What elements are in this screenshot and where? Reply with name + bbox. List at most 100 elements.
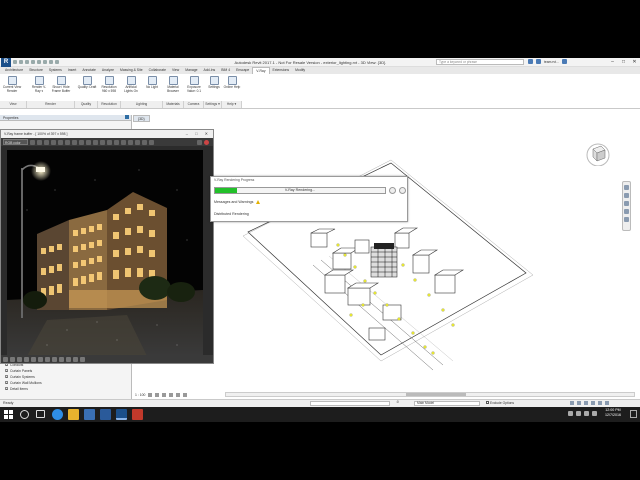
mono-icon[interactable] <box>57 139 63 145</box>
lut-icon[interactable] <box>134 139 140 145</box>
user-name[interactable]: team.rvt... <box>544 60 559 64</box>
vray-frame-buffer-window[interactable]: V-Ray frame buffer - [ 100% of 397 x 598… <box>0 129 214 364</box>
save-icon[interactable] <box>19 60 23 64</box>
visual-style-icon[interactable] <box>155 392 160 397</box>
track-mouse-icon[interactable] <box>99 139 105 145</box>
compare-icon[interactable] <box>66 356 71 362</box>
link-icon[interactable] <box>106 139 112 145</box>
load-image-icon[interactable] <box>71 139 77 145</box>
distributed-rendering-label[interactable]: Distributed Rendering <box>214 212 249 216</box>
group-settings[interactable]: Settings ▾ <box>204 101 222 108</box>
select-underlay-icon[interactable] <box>577 401 581 405</box>
render-progress-dialog[interactable]: V-Ray Rendering Progress V-Ray Rendering… <box>210 176 408 222</box>
3d-view-icon[interactable] <box>49 60 53 64</box>
close-hidden-icon[interactable] <box>55 60 59 64</box>
blue-channel-icon[interactable] <box>43 139 49 145</box>
options-icon[interactable] <box>624 217 629 222</box>
artificial-lights-button[interactable]: Artificial Lights On <box>121 76 141 93</box>
checkbox-icon[interactable] <box>486 401 489 404</box>
print-icon[interactable] <box>37 60 41 64</box>
orbit-icon[interactable] <box>624 209 629 214</box>
green-channel-icon[interactable] <box>36 139 42 145</box>
messages-row[interactable]: Messages and Warnings <box>214 200 261 204</box>
vfb-title-bar[interactable]: V-Ray frame buffer - [ 100% of 397 x 598… <box>1 130 213 138</box>
maximize-button[interactable]: □ <box>618 58 629 67</box>
user-icon[interactable] <box>536 59 541 64</box>
interactive-icon[interactable] <box>148 139 154 145</box>
notification-icon[interactable] <box>630 410 637 418</box>
vray-icon[interactable] <box>132 409 143 420</box>
tab-bim4[interactable]: BIM 4 <box>218 67 233 74</box>
lens-icon[interactable] <box>10 356 15 362</box>
tab-systems[interactable]: Systems <box>46 67 65 74</box>
duplicate-icon[interactable] <box>85 139 91 145</box>
tab-architecture[interactable]: Architecture <box>2 67 26 74</box>
channel-select[interactable]: RGB color <box>3 139 28 145</box>
online-help-button[interactable]: Online Help <box>222 76 242 90</box>
scale-label[interactable]: 1 : 100 <box>135 393 145 397</box>
save-image-icon[interactable] <box>64 139 70 145</box>
close-icon[interactable] <box>125 115 129 119</box>
settings-icon[interactable] <box>80 356 85 362</box>
settings-button[interactable]: Settings <box>204 76 224 90</box>
design-option-select[interactable]: Main Model <box>414 401 480 406</box>
clear-icon[interactable] <box>78 139 84 145</box>
show-hide-frame-buffer-button[interactable]: Show / Hide Frame Buffer <box>51 76 71 93</box>
binoculars-icon[interactable] <box>528 59 533 64</box>
stop-button[interactable] <box>399 187 406 194</box>
drag-elements-icon[interactable] <box>598 401 602 405</box>
search-icon[interactable] <box>20 410 29 419</box>
srgb-icon[interactable] <box>59 356 64 362</box>
clock[interactable]: 12:00 PM 12/7/2016 <box>598 408 628 418</box>
tab-add-ins[interactable]: Add-Ins <box>201 67 219 74</box>
white-balance-icon[interactable] <box>24 356 29 362</box>
no-light-button[interactable]: No Light <box>142 76 162 90</box>
search-input[interactable]: Type a keyword or phrase <box>436 59 524 65</box>
expand-icon[interactable]: + <box>5 387 8 391</box>
lens-effects-icon[interactable] <box>120 139 126 145</box>
filter-icon[interactable] <box>605 401 609 405</box>
windows-start-icon[interactable] <box>3 409 14 420</box>
group-help[interactable]: Help ▾ <box>222 101 242 108</box>
history-icon[interactable] <box>3 356 8 362</box>
network-icon[interactable] <box>576 411 581 416</box>
select-by-face-icon[interactable] <box>591 401 595 405</box>
expand-icon[interactable]: + <box>5 381 8 385</box>
history-icon[interactable] <box>113 139 119 145</box>
lut-icon[interactable] <box>45 356 50 362</box>
expand-icon[interactable]: + <box>5 369 8 373</box>
volume-icon[interactable] <box>584 411 589 416</box>
view-cube-icon[interactable] <box>585 140 611 166</box>
curve-icon[interactable] <box>31 356 36 362</box>
material-browser-button[interactable]: Material Browser <box>163 76 183 93</box>
select-pinned-icon[interactable] <box>584 401 588 405</box>
current-view-render-button[interactable]: Current View Render <box>2 76 22 93</box>
detail-level-icon[interactable] <box>148 392 153 397</box>
color-correction-icon[interactable] <box>141 139 147 145</box>
steering-wheel-icon[interactable] <box>624 185 629 190</box>
exclude-options-checkbox[interactable]: Exclude Options <box>486 401 514 405</box>
red-channel-icon[interactable] <box>29 139 35 145</box>
pan-icon[interactable] <box>624 201 629 206</box>
tab-insert[interactable]: Insert <box>65 67 79 74</box>
help-icon[interactable] <box>561 59 567 64</box>
tab-enscape[interactable]: Enscape <box>233 67 252 74</box>
task-view-icon[interactable] <box>36 410 45 418</box>
redo-icon[interactable] <box>31 60 35 64</box>
render-vray-button[interactable]: Render V-Ray ▾ <box>29 76 49 93</box>
shadows-icon[interactable] <box>169 392 174 397</box>
levels-icon[interactable] <box>38 356 43 362</box>
info-icon[interactable] <box>73 356 78 362</box>
ocio-icon[interactable] <box>52 356 57 362</box>
tab-structure[interactable]: Structure <box>26 67 46 74</box>
exposure-value-button[interactable]: Exposure Value: 0.1 <box>184 76 204 93</box>
tab-modify[interactable]: Modify <box>292 67 308 74</box>
tab-extensions[interactable]: Extensions <box>270 67 293 74</box>
crop-icon[interactable] <box>176 392 181 397</box>
region-render-icon[interactable] <box>92 139 98 145</box>
file-explorer-icon[interactable] <box>68 409 79 420</box>
tab-analyze[interactable]: Analyze <box>99 67 117 74</box>
revit-active-icon[interactable] <box>116 409 127 420</box>
workset-field[interactable] <box>310 401 390 406</box>
exposure-icon[interactable] <box>17 356 22 362</box>
